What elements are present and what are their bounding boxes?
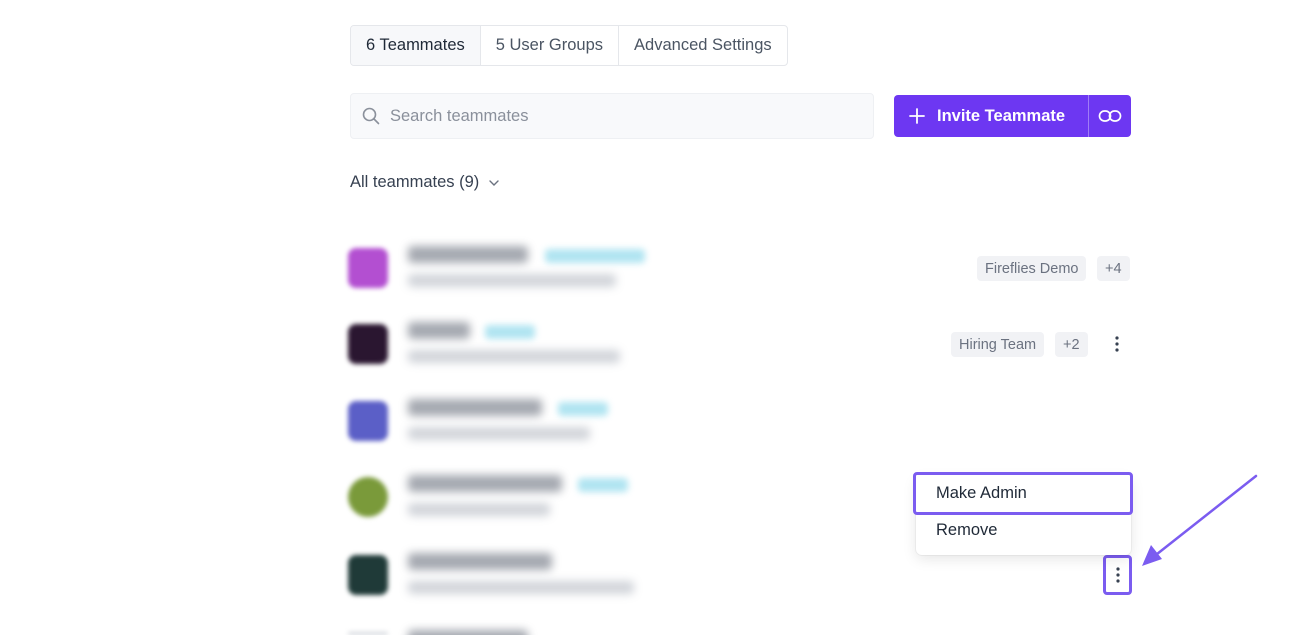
blurred-name [408,246,528,263]
tab-teammates[interactable]: 6 Teammates [351,26,481,65]
tab-user-groups[interactable]: 5 User Groups [481,26,620,65]
blurred-email [408,350,620,363]
teammate-row: Hiring Team +2 [340,314,1140,374]
avatar [348,248,388,288]
blurred-name [408,399,542,416]
invite-teammate-label: Invite Teammate [937,106,1066,125]
avatar [348,555,388,595]
plus-icon [909,108,925,124]
blurred-name [408,630,528,635]
blurred-role-badge [545,249,645,263]
more-options-button[interactable] [1103,555,1132,595]
row-actions-menu: Make Admin Remove [913,472,1133,555]
blurred-email [408,503,550,516]
more-groups-tag: +2 [1055,332,1088,357]
group-tag: Hiring Team [951,332,1045,357]
search-input[interactable] [390,106,850,126]
blurred-name [408,322,470,339]
teammates-filter-dropdown[interactable]: All teammates (9) [350,173,499,192]
more-groups-tag: +4 [1097,256,1130,281]
avatar [348,401,388,441]
link-icon [1098,110,1122,122]
kebab-menu-icon [1115,336,1119,352]
blurred-email [408,274,616,287]
invite-teammate-button[interactable]: Invite Teammate [894,95,1088,137]
avatar [348,324,388,364]
blurred-role-badge [578,478,628,492]
make-admin-option[interactable]: Make Admin [913,472,1133,515]
copy-invite-link-button[interactable] [1088,95,1131,137]
blurred-role-badge [485,325,535,339]
blurred-email [408,581,634,594]
chevron-down-icon [489,179,499,186]
search-box[interactable] [350,93,874,139]
teammate-row: Fireflies Demo +4 [340,238,1140,298]
teammate-row [340,391,1140,451]
blurred-name [408,475,562,492]
group-tag: Fireflies Demo [977,256,1087,281]
search-icon [362,107,380,125]
avatar [348,477,388,517]
kebab-menu-icon [1115,567,1120,583]
tabs-bar: 6 Teammates 5 User Groups Advanced Setti… [350,25,788,66]
filter-label: All teammates (9) [350,173,480,191]
teammate-row [340,620,1140,635]
blurred-role-badge [558,402,608,416]
blurred-name [408,553,552,570]
invite-button-group: Invite Teammate [894,95,1131,137]
remove-option[interactable]: Remove [916,518,1131,542]
tab-advanced-settings[interactable]: Advanced Settings [619,26,787,65]
blurred-email [408,427,590,440]
more-options-button[interactable] [1103,326,1131,362]
